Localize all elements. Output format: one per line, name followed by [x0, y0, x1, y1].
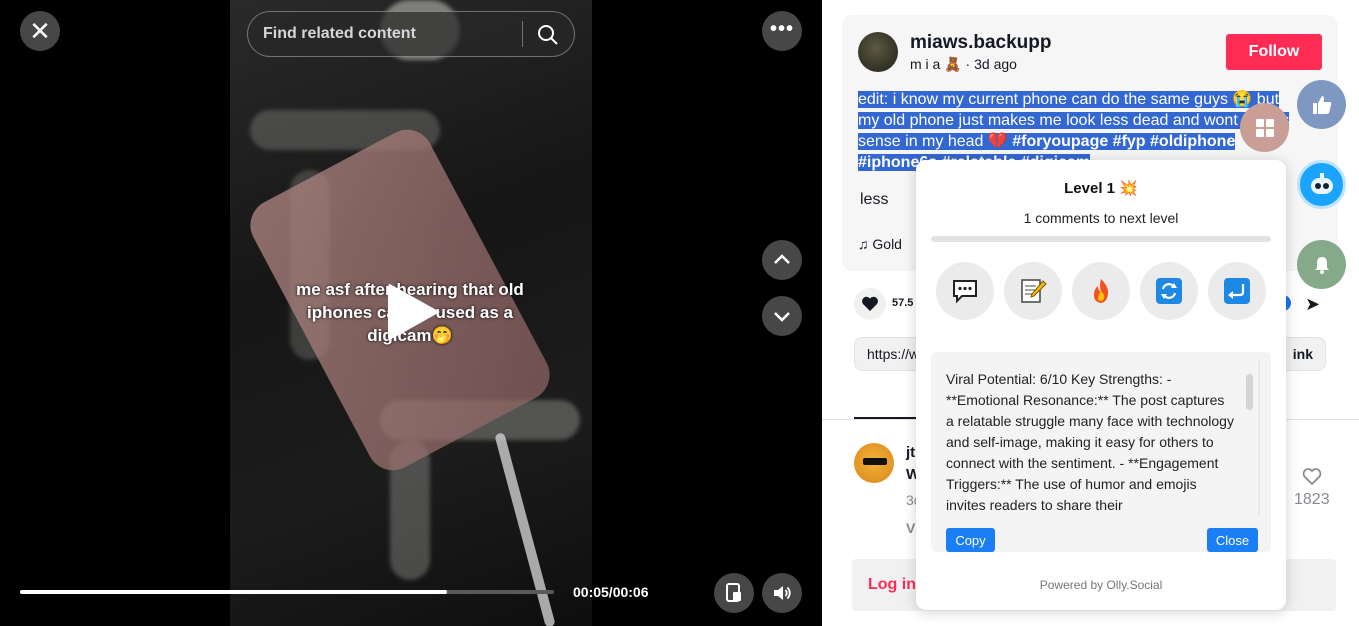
analysis-scrollbar-track[interactable] — [1258, 360, 1260, 515]
grid-icon — [1255, 118, 1274, 137]
comment-icon — [953, 280, 977, 304]
bell-icon — [1314, 256, 1329, 274]
search-bar[interactable] — [247, 11, 575, 57]
video-progress-bar[interactable] — [20, 590, 554, 594]
picture-in-picture-button[interactable] — [714, 573, 754, 613]
next-level-text: 1 comments to next level — [1023, 210, 1179, 226]
copy-button[interactable]: Copy — [946, 528, 995, 552]
close-button[interactable]: Close — [1207, 528, 1258, 552]
chevron-down-icon — [774, 312, 790, 322]
like-count: 57.5 — [892, 297, 914, 309]
avatar[interactable] — [858, 32, 898, 72]
widget-grid-button[interactable] — [1240, 103, 1289, 152]
close-icon: ✕ — [29, 16, 51, 46]
search-input[interactable] — [263, 12, 518, 56]
olly-popup: Level 1 💥 1 comments to next level Viral… — [916, 160, 1286, 610]
share-icon[interactable]: ➤ — [1305, 294, 1320, 315]
video-progress-fill — [20, 590, 448, 594]
volume-button[interactable] — [762, 573, 802, 613]
less-link[interactable]: less — [860, 191, 888, 209]
thumbs-up-button[interactable] — [1297, 80, 1346, 129]
viral-analysis-button[interactable] — [1072, 262, 1130, 320]
analysis-text: Viral Potential: 6/10 Key Strengths: - *… — [946, 371, 1238, 513]
volume-icon — [774, 586, 791, 600]
post-username[interactable]: miaws.backupp — [910, 32, 1052, 54]
analysis-panel: Viral Potential: 6/10 Key Strengths: - *… — [931, 352, 1271, 552]
like-button[interactable] — [854, 288, 886, 320]
music-link[interactable]: ♫ Gold — [858, 236, 902, 252]
time-readout: 00:05/00:06 — [573, 584, 649, 600]
login-link[interactable]: Log in — [868, 576, 916, 594]
generate-comment-button[interactable] — [936, 262, 994, 320]
sunglasses-icon — [863, 458, 887, 465]
search-icon[interactable] — [537, 24, 559, 46]
play-icon[interactable] — [388, 283, 440, 341]
tab-comments-underline — [854, 417, 918, 419]
close-video-button[interactable]: ✕ — [20, 11, 60, 51]
picture-in-picture-icon — [726, 583, 741, 602]
memo-button[interactable] — [1004, 262, 1062, 320]
comment-username[interactable]: jt — [906, 444, 915, 461]
comment-avatar[interactable] — [854, 443, 894, 483]
next-video-button[interactable] — [762, 296, 802, 336]
refresh-button[interactable] — [1140, 262, 1198, 320]
view-replies-link[interactable]: V — [906, 520, 915, 536]
refresh-icon — [1156, 278, 1182, 304]
more-icon: ••• — [769, 18, 794, 40]
heart-icon — [862, 296, 878, 311]
more-options-button[interactable]: ••• — [762, 11, 802, 51]
robot-icon — [1310, 172, 1333, 194]
link-text: https://w — [867, 346, 920, 362]
copy-link-button[interactable]: ink — [1293, 346, 1313, 362]
thumbs-up-icon — [1312, 95, 1331, 114]
comment-like-count: 1823 — [1294, 491, 1330, 508]
reply-button[interactable] — [1208, 262, 1266, 320]
chevron-up-icon — [774, 254, 790, 264]
assistant-bot-button[interactable] — [1297, 160, 1346, 209]
memo-icon — [1021, 279, 1047, 303]
comment-like-icon[interactable] — [1302, 468, 1322, 486]
app-root: me asf after hearing that old iphones ca… — [0, 0, 1359, 626]
search-divider — [522, 21, 523, 47]
analysis-scrollbar-thumb[interactable] — [1246, 374, 1253, 410]
post-subline: m i a 🧸 · 3d ago — [910, 56, 1017, 72]
powered-by: Powered by Olly.Social — [1039, 578, 1163, 592]
level-title: Level 1 💥 — [1064, 180, 1138, 197]
fire-icon — [1094, 279, 1109, 303]
reply-icon — [1224, 278, 1250, 304]
previous-video-button[interactable] — [762, 240, 802, 280]
notifications-button[interactable] — [1297, 240, 1346, 289]
level-progress-bar — [931, 236, 1271, 242]
video-player[interactable]: me asf after hearing that old iphones ca… — [0, 0, 822, 626]
follow-button[interactable]: Follow — [1226, 34, 1322, 70]
